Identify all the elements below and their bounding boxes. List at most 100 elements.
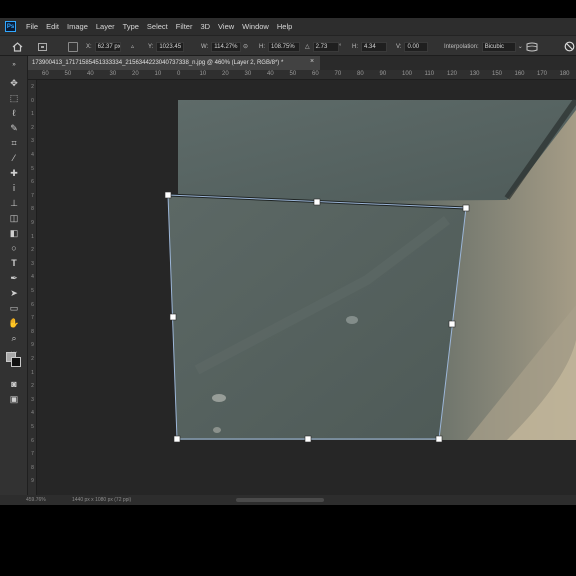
ruler-tick-label: 2 [31,247,34,254]
rotate-input[interactable]: 2.73 [312,41,339,52]
ruler-tick-label: 5 [31,288,34,294]
eraser-tool-icon[interactable]: ◫ [8,212,20,224]
hand-tool-icon[interactable]: ✋ [8,317,20,329]
menu-filter[interactable]: Filter [172,22,197,31]
transform-mode-icon[interactable] [37,36,48,57]
close-icon[interactable]: × [310,58,314,65]
vskew-input[interactable]: 0.00 [404,41,429,52]
path-selection-tool-icon[interactable]: ➤ [8,287,20,299]
hskew-input[interactable]: 4.34 [361,41,387,52]
ruler-tick-label: 30 [244,71,252,77]
rotate-field[interactable]: △ 2.73 [305,36,339,57]
horizontal-skew-field[interactable]: H: 4.34 [352,36,387,57]
document-info[interactable]: 1440 px x 1080 px (72 ppi) [72,497,131,503]
x-input[interactable]: 62.37 px [94,41,121,52]
document-tab-title: 173900413_17171585451333334_215634422304… [32,60,284,66]
crop-tool-icon[interactable]: ⌗ [8,137,20,149]
type-tool-icon[interactable]: T [8,257,20,269]
ruler-tick-label: 2 [31,84,34,90]
lasso-tool-icon[interactable]: ℓ [8,107,20,119]
ruler-tick-label: 10 [154,71,162,77]
vertical-ruler[interactable]: 2 0 1 2 3 4 5 6 7 8 9 1 2 3 4 5 6 7 8 9 2 1 2 3 4 5 6 7 8 9 [28,80,37,495]
home-icon[interactable] [12,36,23,57]
delta-icon[interactable]: ▵ [131,36,134,57]
ruler-tick-label: 60 [312,71,319,77]
interpolation-select[interactable]: Bicubic [481,41,516,52]
gradient-tool-icon[interactable]: ◧ [8,227,20,239]
ruler-tick-label: 5 [31,424,34,430]
menu-file[interactable]: File [22,22,42,31]
h-label: H: [259,43,265,50]
chevron-down-icon[interactable]: ⌄ [518,43,523,50]
screen-mode-icon[interactable]: ▣ [8,393,20,405]
menu-type[interactable]: Type [119,22,143,31]
clone-stamp-tool-icon[interactable]: ⊥ [8,197,20,209]
menu-image[interactable]: Image [63,22,92,31]
ruler-tick-label: 9 [31,478,34,485]
horizontal-ruler[interactable]: 60 50 40 30 20 10 0 10 20 30 40 50 60 70 80 90 100 110 120… [28,70,576,80]
reference-point-icon[interactable] [68,36,78,57]
canvas-area[interactable] [37,80,576,495]
interpolation-label: Interpolation: [444,43,479,50]
ruler-tick-label: 120 [447,71,458,77]
ruler-tick-label: 3 [31,138,34,145]
ruler-tick-label: 20 [132,71,139,77]
ruler-tick-label: 90 [379,71,387,77]
w-label: W: [201,43,209,50]
panel-collapse-icon[interactable]: » [8,59,20,71]
ruler-tick-label: 2 [31,383,34,390]
horizontal-scrollbar[interactable] [236,498,324,502]
move-tool-icon[interactable]: ✥ [8,77,20,89]
vertical-skew-field[interactable]: V: 0.00 [396,36,429,57]
ruler-tick-label: 50 [289,71,297,77]
zoom-tool-icon[interactable]: ⌕ [8,332,20,344]
ruler-tick-label: 40 [87,71,94,77]
menu-select[interactable]: Select [143,22,172,31]
ruler-tick-label: 9 [31,220,34,226]
vskew-label: V: [396,43,402,50]
menu-view[interactable]: View [214,22,238,31]
menu-layer[interactable]: Layer [92,22,119,31]
ruler-tick-label: 7 [31,192,34,199]
width-field[interactable]: W: 114.27% [201,36,242,57]
ruler-tick-label: 2 [31,356,34,362]
ruler-tick-label: 6 [31,437,34,444]
background-color-swatch[interactable] [11,357,21,367]
ruler-tick-label: 4 [31,410,34,417]
ruler-tick-label: 70 [334,71,342,77]
warp-mode-icon[interactable] [526,36,538,57]
interpolation-control: Interpolation: Bicubic ⌄ [444,36,523,57]
ruler-tick-label: 4 [31,274,34,281]
ruler-tick-label: 9 [31,342,34,349]
pen-tool-icon[interactable]: ✒ [8,272,20,284]
w-input[interactable]: 114.27% [211,41,242,52]
y-position-field[interactable]: Y: 1023.45 p [148,36,185,57]
dodge-tool-icon[interactable]: ○ [8,242,20,254]
cancel-transform-icon[interactable] [564,36,575,57]
quick-mask-icon[interactable]: ◙ [8,378,20,390]
healing-brush-tool-icon[interactable]: ✚ [8,167,20,179]
status-bar: 459.76% 1440 px x 1080 px (72 ppi) [0,495,576,505]
h-input[interactable]: 108.75% [268,41,300,52]
document-tab-bar: 173900413_17171585451333334_215634422304… [28,56,576,70]
ruler-tick-label: 110 [424,71,435,77]
shape-tool-icon[interactable]: ▭ [8,302,20,314]
menu-help[interactable]: Help [273,22,296,31]
eyedropper-tool-icon[interactable]: ⁄ [8,152,20,164]
document-tab[interactable]: 173900413_17171585451333334_215634422304… [28,56,320,70]
link-icon[interactable]: ⊝ [243,36,248,57]
menu-window[interactable]: Window [238,22,273,31]
ruler-tick-label: 6 [31,301,34,308]
zoom-level[interactable]: 459.76% [26,497,46,503]
ruler-tick-label: 50 [64,71,72,77]
photoshop-logo-icon[interactable]: Ps [5,21,16,32]
height-field[interactable]: H: 108.75% [259,36,300,57]
brush-tool-icon[interactable]: ⅰ [8,182,20,194]
quick-select-tool-icon[interactable]: ✎ [8,122,20,134]
x-position-field[interactable]: X: 62.37 px [86,36,121,57]
ruler-tick-label: 0 [31,97,34,104]
menu-edit[interactable]: Edit [42,22,63,31]
menu-3d[interactable]: 3D [196,22,214,31]
y-input[interactable]: 1023.45 p [156,41,185,52]
marquee-tool-icon[interactable]: ⬚ [8,92,20,104]
